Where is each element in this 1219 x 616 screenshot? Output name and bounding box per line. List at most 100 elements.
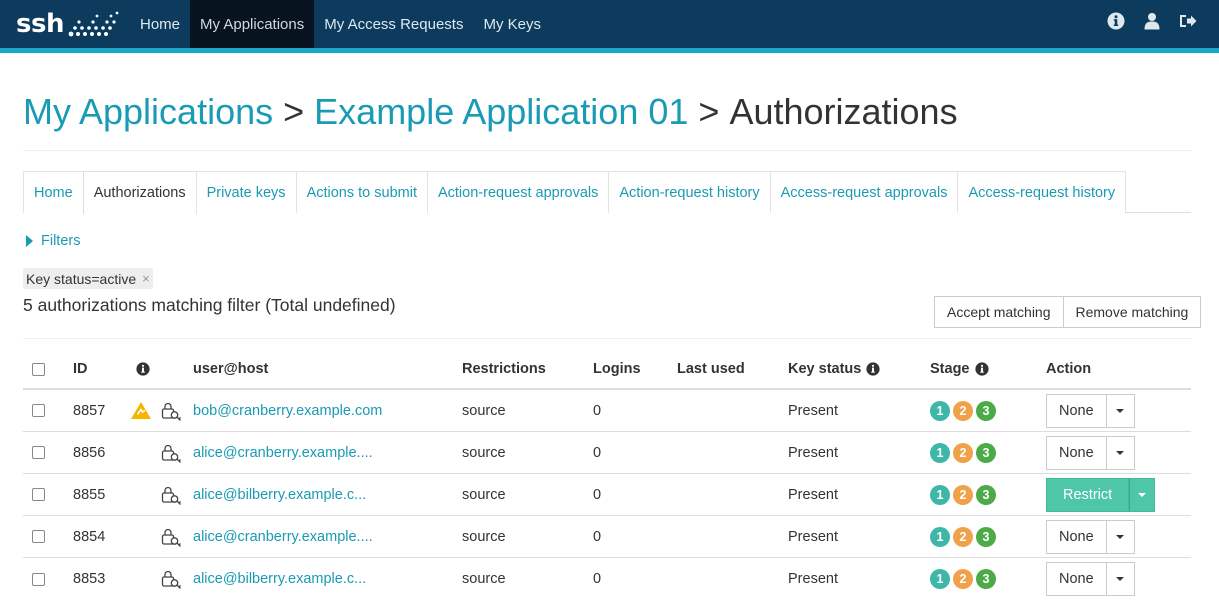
action-dropdown-toggle[interactable] — [1106, 435, 1135, 470]
navbar-accent-stripe — [0, 48, 1219, 53]
action-dropdown-toggle[interactable] — [1106, 519, 1135, 554]
stage-indicator: 1 2 3 — [930, 442, 996, 463]
brand-logo[interactable]: ssh — [16, 6, 119, 42]
row-key-status: Present — [788, 571, 838, 587]
logout-icon[interactable] — [1179, 12, 1197, 30]
action-select-button[interactable]: None — [1046, 519, 1107, 554]
stage-3-badge: 3 — [976, 442, 996, 463]
header-restrictions[interactable]: Restrictions — [462, 350, 546, 388]
header-logins[interactable]: Logins — [593, 350, 641, 388]
remove-matching-button[interactable]: Remove matching — [1062, 296, 1202, 328]
nav-my-keys[interactable]: My Keys — [473, 0, 551, 48]
action-dropdown-toggle[interactable] — [1106, 393, 1135, 428]
header-user-host[interactable]: user@host — [193, 350, 268, 388]
action-select-button[interactable]: Restrict — [1046, 477, 1130, 512]
row-logins: 0 — [593, 486, 602, 503]
action-select-button[interactable]: None — [1046, 562, 1107, 596]
filter-chip-remove-icon[interactable]: × — [142, 271, 150, 286]
caret-down-icon — [1138, 492, 1147, 497]
tab-authorizations[interactable]: Authorizations — [82, 171, 197, 214]
stage-1-badge: 1 — [930, 526, 950, 547]
stage-3-badge: 3 — [976, 569, 996, 589]
info-icon — [866, 362, 880, 376]
warning-icon — [131, 401, 151, 419]
row-checkbox[interactable] — [32, 572, 45, 586]
nav-my-access-requests[interactable]: My Access Requests — [314, 0, 473, 48]
tab-action-request-approvals[interactable]: Action-request approvals — [426, 171, 610, 213]
tab-private-keys[interactable]: Private keys — [195, 171, 297, 213]
select-all-checkbox[interactable] — [32, 362, 45, 376]
row-user-host-link[interactable]: alice@cranberry.example.... — [193, 445, 373, 461]
breadcrumb-current: Authorizations — [729, 91, 958, 132]
nav-home[interactable]: Home — [130, 0, 190, 48]
tab-access-request-history[interactable]: Access-request history — [957, 171, 1127, 213]
breadcrumb-separator: > — [283, 91, 305, 132]
table-top-divider — [23, 338, 1191, 339]
nav-my-applications[interactable]: My Applications — [190, 0, 315, 48]
row-id: 8856 — [73, 444, 106, 461]
tab-home[interactable]: Home — [23, 171, 84, 213]
row-key-status: Present — [788, 528, 838, 545]
header-action: Action — [1046, 361, 1092, 377]
header-last-used[interactable]: Last used — [677, 350, 745, 388]
filters-label: Filters — [41, 233, 81, 249]
table-row: 8857 bob@cranberry.example.com source 0 … — [23, 390, 1191, 432]
row-restrictions: source — [462, 528, 506, 545]
stage-indicator: 1 2 3 — [930, 526, 996, 547]
tab-action-request-history[interactable]: Action-request history — [608, 171, 771, 213]
stage-1-badge: 1 — [930, 569, 950, 589]
row-restrictions: source — [462, 571, 506, 587]
main-nav: Home My Applications My Access Requests … — [130, 0, 551, 48]
breadcrumb-my-applications[interactable]: My Applications — [23, 91, 273, 132]
caret-down-icon — [1116, 408, 1125, 413]
row-user-host-link[interactable]: alice@cranberry.example.... — [193, 529, 373, 545]
action-select-button[interactable]: None — [1046, 435, 1107, 470]
stage-2-badge: 2 — [953, 569, 973, 589]
row-id: 8853 — [73, 571, 106, 587]
filters-toggle[interactable]: Filters — [26, 233, 80, 249]
table-row: 8853 alice@bilberry.example.c... source … — [23, 558, 1191, 600]
table-row: 8855 alice@bilberry.example.c... source … — [23, 474, 1191, 516]
authorizations-table: ID user@host Restrictions Logins Last us… — [23, 350, 1191, 600]
stage-2-badge: 2 — [953, 526, 973, 547]
row-id: 8855 — [73, 486, 106, 503]
stage-3-badge: 3 — [976, 400, 996, 421]
stage-3-badge: 3 — [976, 484, 996, 505]
tab-access-request-approvals[interactable]: Access-request approvals — [769, 171, 959, 213]
action-dropdown-toggle[interactable] — [1129, 477, 1156, 512]
row-user-host-link[interactable]: alice@bilberry.example.c... — [193, 571, 366, 587]
brand-dots-icon — [68, 11, 119, 37]
header-id[interactable]: ID — [73, 350, 88, 388]
breadcrumb-example-application[interactable]: Example Application 01 — [314, 91, 688, 132]
row-user-host-link[interactable]: bob@cranberry.example.com — [193, 403, 382, 419]
table-row: 8856 alice@cranberry.example.... source … — [23, 432, 1191, 474]
user-icon[interactable] — [1143, 12, 1161, 30]
tab-actions-to-submit[interactable]: Actions to submit — [295, 171, 428, 213]
caret-down-icon — [1116, 450, 1125, 455]
row-checkbox[interactable] — [32, 488, 45, 501]
stage-1-badge: 1 — [930, 484, 950, 505]
accept-matching-button[interactable]: Accept matching — [934, 296, 1064, 328]
key-lock-icon — [161, 570, 181, 589]
key-lock-icon — [161, 444, 181, 463]
top-navbar: ssh Home My Applications My Access Reque… — [0, 0, 1219, 48]
table-row: 8854 alice@cranberry.example.... source … — [23, 516, 1191, 558]
filter-chip-label: Key status=active — [26, 270, 137, 287]
row-logins: 0 — [593, 571, 602, 587]
row-logins: 0 — [593, 528, 602, 545]
stage-3-badge: 3 — [976, 526, 996, 547]
action-dropdown-toggle[interactable] — [1106, 562, 1135, 596]
stage-indicator: 1 2 3 — [930, 569, 996, 589]
header-key-status[interactable]: Key status — [788, 361, 861, 377]
header-stage[interactable]: Stage — [930, 361, 970, 377]
page-title-breadcrumb: My Applications > Example Application 01 > A… — [23, 90, 958, 134]
row-checkbox[interactable] — [32, 446, 45, 459]
row-user-host-link[interactable]: alice@bilberry.example.c... — [193, 487, 366, 503]
row-checkbox[interactable] — [32, 404, 45, 417]
action-select-button[interactable]: None — [1046, 393, 1107, 428]
row-checkbox[interactable] — [32, 530, 45, 543]
result-summary: 5 authorizations matching filter (Total … — [23, 295, 396, 315]
caret-right-icon — [26, 235, 33, 247]
info-icon[interactable] — [1107, 12, 1125, 30]
action-split-button: None — [1046, 435, 1135, 470]
